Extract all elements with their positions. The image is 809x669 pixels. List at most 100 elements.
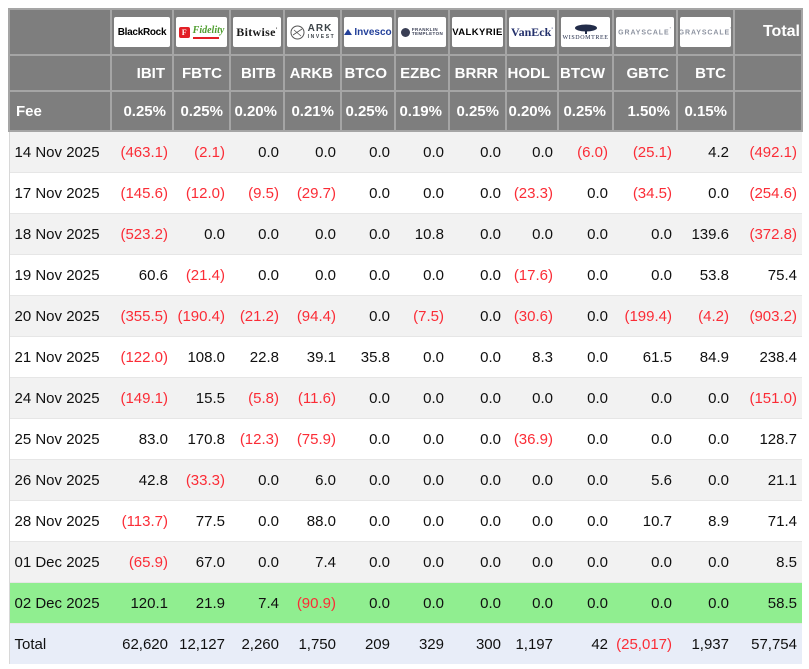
invesco-peak-icon bbox=[344, 29, 352, 35]
value-cell: 58.5 bbox=[734, 583, 802, 624]
value-cell: 0.0 bbox=[341, 255, 395, 296]
ticker-corner-cell bbox=[9, 55, 111, 91]
total-value-cell: 62,620 bbox=[111, 624, 173, 665]
provider-logo-cell: Invesco bbox=[341, 9, 395, 55]
franklin-head-icon bbox=[401, 28, 410, 37]
ticker-BTCO: BTCO bbox=[341, 55, 395, 91]
value-cell: (34.5) bbox=[613, 173, 677, 214]
total-value-cell: 1,750 bbox=[284, 624, 341, 665]
value-cell: 21.1 bbox=[734, 460, 802, 501]
value-cell: 0.0 bbox=[449, 419, 506, 460]
value-cell: 0.0 bbox=[341, 583, 395, 624]
value-cell: 0.0 bbox=[613, 214, 677, 255]
value-cell: 0.0 bbox=[449, 131, 506, 173]
grayscale-wordmark: GRAYSCALE’ bbox=[680, 27, 731, 36]
provider-logo-cell: GRAYSCALE’ bbox=[613, 9, 677, 55]
value-cell: 0.0 bbox=[558, 419, 613, 460]
total-value-cell: 300 bbox=[449, 624, 506, 665]
value-cell: 170.8 bbox=[173, 419, 230, 460]
value-cell: (25.1) bbox=[613, 131, 677, 173]
flow-row: 17 Nov 2025(145.6)(12.0)(9.5)(29.7)0.00.… bbox=[9, 173, 802, 214]
flow-row: 25 Nov 202583.0170.8(12.3)(75.9)0.00.00.… bbox=[9, 419, 802, 460]
value-cell: 71.4 bbox=[734, 501, 802, 542]
total-value-cell: 57,754 bbox=[734, 624, 802, 665]
value-cell: 6.0 bbox=[284, 460, 341, 501]
value-cell: (492.1) bbox=[734, 131, 802, 173]
value-cell: 0.0 bbox=[395, 542, 449, 583]
provider-logo-cell: GRAYSCALE’ bbox=[677, 9, 734, 55]
value-cell: (903.2) bbox=[734, 296, 802, 337]
date-cell: 01 Dec 2025 bbox=[9, 542, 111, 583]
fee-FBTC: 0.25% bbox=[173, 91, 230, 131]
value-cell: 0.0 bbox=[506, 214, 558, 255]
provider-logo-cell: BlackRock bbox=[111, 9, 173, 55]
value-cell: 120.1 bbox=[111, 583, 173, 624]
value-cell: 0.0 bbox=[395, 419, 449, 460]
value-cell: 0.0 bbox=[506, 583, 558, 624]
value-cell: 0.0 bbox=[558, 378, 613, 419]
value-cell: 0.0 bbox=[395, 460, 449, 501]
ark-sub-text: INVEST bbox=[308, 35, 336, 40]
value-cell: 0.0 bbox=[506, 131, 558, 173]
flow-row: 20 Nov 2025(355.5)(190.4)(21.2)(94.4)0.0… bbox=[9, 296, 802, 337]
value-cell: (23.3) bbox=[506, 173, 558, 214]
value-cell: 0.0 bbox=[677, 419, 734, 460]
fee-total-empty-cell bbox=[734, 91, 802, 131]
value-cell: 0.0 bbox=[558, 542, 613, 583]
value-cell: 4.2 bbox=[677, 131, 734, 173]
flow-row: 24 Nov 2025(149.1)15.5(5.8)(11.6)0.00.00… bbox=[9, 378, 802, 419]
value-cell: (372.8) bbox=[734, 214, 802, 255]
value-cell: 0.0 bbox=[613, 542, 677, 583]
value-cell: 0.0 bbox=[395, 378, 449, 419]
value-cell: 10.7 bbox=[613, 501, 677, 542]
value-cell: 0.0 bbox=[230, 501, 284, 542]
date-cell: 14 Nov 2025 bbox=[9, 131, 111, 173]
value-cell: (5.8) bbox=[230, 378, 284, 419]
value-cell: 0.0 bbox=[341, 131, 395, 173]
date-cell: 20 Nov 2025 bbox=[9, 296, 111, 337]
value-cell: 0.0 bbox=[449, 501, 506, 542]
franklin-templeton-wordmark: FRANKLINTEMPLETON bbox=[401, 28, 443, 37]
total-value-cell: 2,260 bbox=[230, 624, 284, 665]
value-cell: (463.1) bbox=[111, 131, 173, 173]
ark-globe-icon bbox=[290, 25, 305, 40]
flow-row: 18 Nov 2025(523.2)0.00.00.00.010.80.00.0… bbox=[9, 214, 802, 255]
value-cell: 0.0 bbox=[284, 131, 341, 173]
blackrock-logo: BlackRock bbox=[114, 17, 170, 47]
value-cell: 0.0 bbox=[341, 542, 395, 583]
provider-logo-cell: VanEck’ bbox=[506, 9, 558, 55]
total-value-cell: 12,127 bbox=[173, 624, 230, 665]
fee-ARKB: 0.21% bbox=[284, 91, 341, 131]
value-cell: 0.0 bbox=[341, 214, 395, 255]
value-cell: (122.0) bbox=[111, 337, 173, 378]
value-cell: (199.4) bbox=[613, 296, 677, 337]
etf-flow-page: BlackRockFFidelityBitwise’ARKINVESTInves… bbox=[0, 0, 809, 664]
date-cell: 02 Dec 2025 bbox=[9, 583, 111, 624]
value-cell: 0.0 bbox=[613, 378, 677, 419]
value-cell: 0.0 bbox=[395, 131, 449, 173]
provider-logo-cell: Bitwise’ bbox=[230, 9, 284, 55]
fidelity-wordmark: FFidelity bbox=[179, 26, 225, 39]
value-cell: 0.0 bbox=[341, 460, 395, 501]
value-cell: 0.0 bbox=[677, 542, 734, 583]
grayscale-logo: GRAYSCALE’ bbox=[680, 17, 731, 47]
value-cell: 128.7 bbox=[734, 419, 802, 460]
fee-row-label: Fee bbox=[9, 91, 111, 131]
value-cell: 39.1 bbox=[284, 337, 341, 378]
value-cell: (21.2) bbox=[230, 296, 284, 337]
value-cell: 77.5 bbox=[173, 501, 230, 542]
fee-BTC: 0.15% bbox=[677, 91, 734, 131]
fee-HODL: 0.20% bbox=[506, 91, 558, 131]
value-cell: 8.9 bbox=[677, 501, 734, 542]
value-cell: 0.0 bbox=[677, 378, 734, 419]
value-cell: 0.0 bbox=[613, 255, 677, 296]
valkyrie-wordmark: VALKYRIE bbox=[452, 27, 503, 38]
value-cell: 42.8 bbox=[111, 460, 173, 501]
value-cell: (149.1) bbox=[111, 378, 173, 419]
franklin-logo: FRANKLINTEMPLETON bbox=[398, 17, 446, 47]
value-cell: 0.0 bbox=[230, 542, 284, 583]
value-cell: 0.0 bbox=[230, 131, 284, 173]
total-value-cell: 1,197 bbox=[506, 624, 558, 665]
value-cell: 67.0 bbox=[173, 542, 230, 583]
total-value-cell: (25,017) bbox=[613, 624, 677, 665]
